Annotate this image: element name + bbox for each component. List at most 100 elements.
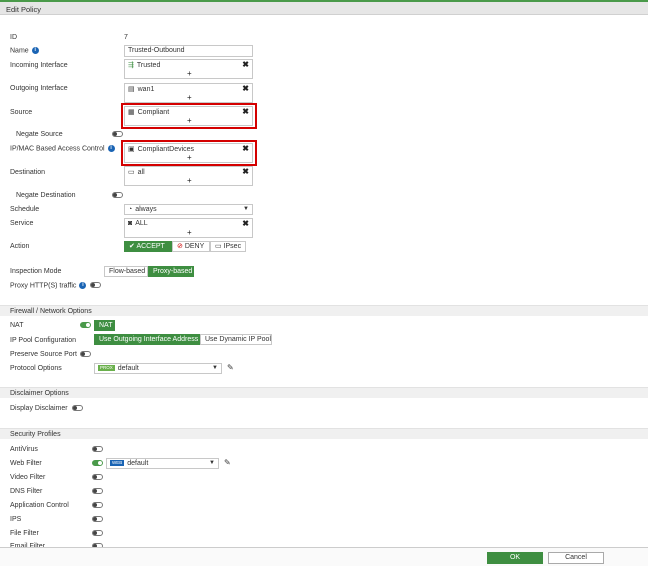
info-icon[interactable]: i <box>31 47 39 54</box>
file-filter-toggle[interactable] <box>92 530 103 536</box>
info-icon[interactable]: i <box>79 282 87 289</box>
ip-pool-outgoing-button[interactable]: Use Outgoing Interface Address <box>94 334 200 345</box>
nat-label: NAT <box>10 322 24 329</box>
ips-label: IPS <box>10 516 22 523</box>
web-filter-select[interactable]: WEB default ▼ <box>106 458 219 469</box>
dialog-footer: OK Cancel <box>0 547 648 566</box>
action-accept-button[interactable]: ✔ ACCEPT <box>124 241 172 252</box>
action-ipsec-button[interactable]: ▭ IPsec <box>210 241 246 252</box>
add-icon[interactable]: + <box>187 176 192 185</box>
antivirus-label: AntiVirus <box>10 446 38 453</box>
remove-icon[interactable]: ✖ <box>242 60 249 69</box>
service-field[interactable]: ◙ ALL ✖ + <box>124 218 253 238</box>
protocol-options-select[interactable]: PROX default ▼ <box>94 363 222 374</box>
destination-label: Destination <box>10 169 46 176</box>
inspection-proxy-button[interactable]: Proxy-based <box>148 266 194 277</box>
ipmac-label: IP/MAC Based Access Control i <box>10 145 115 152</box>
deny-icon: ⊘ <box>177 243 185 250</box>
protocol-options-value: default <box>117 365 139 372</box>
source-label: Source <box>10 109 33 116</box>
proxy-https-label: Proxy HTTP(S) traffic i <box>10 282 87 289</box>
incoming-interface-item: ⇶ Trusted <box>128 61 160 69</box>
deny-label: DENY <box>184 243 205 250</box>
id-value: 7 <box>124 34 128 41</box>
application-control-toggle[interactable] <box>92 502 103 508</box>
firewall-section-header: Firewall / Network Options <box>0 305 648 316</box>
name-input[interactable]: Trusted-Outbound <box>124 45 253 57</box>
ip-pool-dynamic-button[interactable]: Use Dynamic IP Pool <box>200 334 272 345</box>
schedule-label: Schedule <box>10 206 40 213</box>
incoming-interface-field[interactable]: ⇶ Trusted ✖ + <box>124 59 253 79</box>
destination-field[interactable]: ▭ all ✖ + <box>124 166 253 186</box>
inspection-flow-button[interactable]: Flow-based <box>104 266 148 277</box>
action-deny-button[interactable]: ⊘ DENY <box>172 241 210 252</box>
inspection-mode-label: Inspection Mode <box>10 268 62 275</box>
address-icon: ▭ <box>128 169 135 176</box>
outgoing-interface-value: wan1 <box>137 86 155 93</box>
antivirus-toggle[interactable] <box>92 446 103 452</box>
dialog-title: Edit Policy <box>0 0 648 15</box>
negate-destination-label: Negate Destination <box>16 192 76 199</box>
action-label: Action <box>10 243 30 250</box>
service-label: Service <box>10 220 34 227</box>
proxy-https-toggle[interactable] <box>90 282 101 288</box>
nat-badge: NAT <box>94 320 115 331</box>
ok-button[interactable]: OK <box>487 552 543 564</box>
info-icon[interactable]: i <box>107 145 115 152</box>
outgoing-interface-label: Outgoing Interface <box>10 85 68 92</box>
destination-value: all <box>137 169 145 176</box>
chevron-down-icon: ▼ <box>212 365 218 371</box>
web-filter-toggle[interactable] <box>92 460 103 466</box>
schedule-select[interactable]: ◔ always ▼ <box>124 204 253 215</box>
display-disclaimer-label: Display Disclaimer <box>10 405 68 412</box>
application-control-label: Application Control <box>10 502 69 509</box>
remove-icon[interactable]: ✖ <box>242 84 249 93</box>
web-filter-label: Web Filter <box>10 460 42 467</box>
service-value: ALL <box>135 220 148 227</box>
clock-icon: ◔ <box>128 206 133 213</box>
remove-icon[interactable]: ✖ <box>242 219 249 228</box>
edit-icon[interactable]: ✎ <box>227 363 234 372</box>
negate-source-toggle[interactable] <box>112 131 123 137</box>
negate-source-label: Negate Source <box>16 131 63 138</box>
add-icon[interactable]: + <box>187 93 192 102</box>
ipmac-highlight-box <box>121 140 257 166</box>
outgoing-interface-item: ▤ wan1 <box>128 85 154 93</box>
ip-pool-label: IP Pool Configuration <box>10 337 77 344</box>
outgoing-interface-field[interactable]: ▤ wan1 ✖ + <box>124 83 253 103</box>
service-icon: ◙ <box>128 220 133 227</box>
chevron-down-icon: ▼ <box>243 206 249 212</box>
incoming-interface-label: Incoming Interface <box>10 62 68 69</box>
ipsec-label: IPsec <box>223 243 242 250</box>
add-icon[interactable]: + <box>187 228 192 237</box>
edit-icon[interactable]: ✎ <box>224 458 231 467</box>
video-filter-toggle[interactable] <box>92 474 103 480</box>
chevron-down-icon: ▼ <box>209 460 215 466</box>
web-badge: WEB <box>110 460 125 467</box>
dns-filter-label: DNS Filter <box>10 488 43 495</box>
destination-item: ▭ all <box>128 168 145 176</box>
display-disclaimer-toggle[interactable] <box>72 405 83 411</box>
protocol-options-label: Protocol Options <box>10 365 62 372</box>
dns-filter-toggle[interactable] <box>92 488 103 494</box>
port-icon: ▤ <box>128 86 135 93</box>
interface-icon: ⇶ <box>128 62 134 69</box>
ipmac-label-text: IP/MAC Based Access Control <box>10 145 105 153</box>
negate-destination-toggle[interactable] <box>112 192 123 198</box>
web-filter-value: default <box>127 460 149 467</box>
accept-label: ACCEPT <box>136 243 165 250</box>
cancel-button[interactable]: Cancel <box>548 552 604 564</box>
name-label: Name i <box>10 47 39 54</box>
preserve-source-port-toggle[interactable] <box>80 351 91 357</box>
schedule-value: always <box>135 206 157 213</box>
add-icon[interactable]: + <box>187 69 192 78</box>
disclaimer-section-header: Disclaimer Options <box>0 387 648 398</box>
video-filter-label: Video Filter <box>10 474 46 481</box>
security-section-header: Security Profiles <box>0 428 648 439</box>
service-item: ◙ ALL <box>128 220 148 227</box>
remove-icon[interactable]: ✖ <box>242 167 249 176</box>
ips-toggle[interactable] <box>92 516 103 522</box>
laptop-icon: ▭ <box>215 243 224 250</box>
preserve-source-port-label: Preserve Source Port <box>10 351 77 358</box>
nat-toggle[interactable] <box>80 322 91 328</box>
